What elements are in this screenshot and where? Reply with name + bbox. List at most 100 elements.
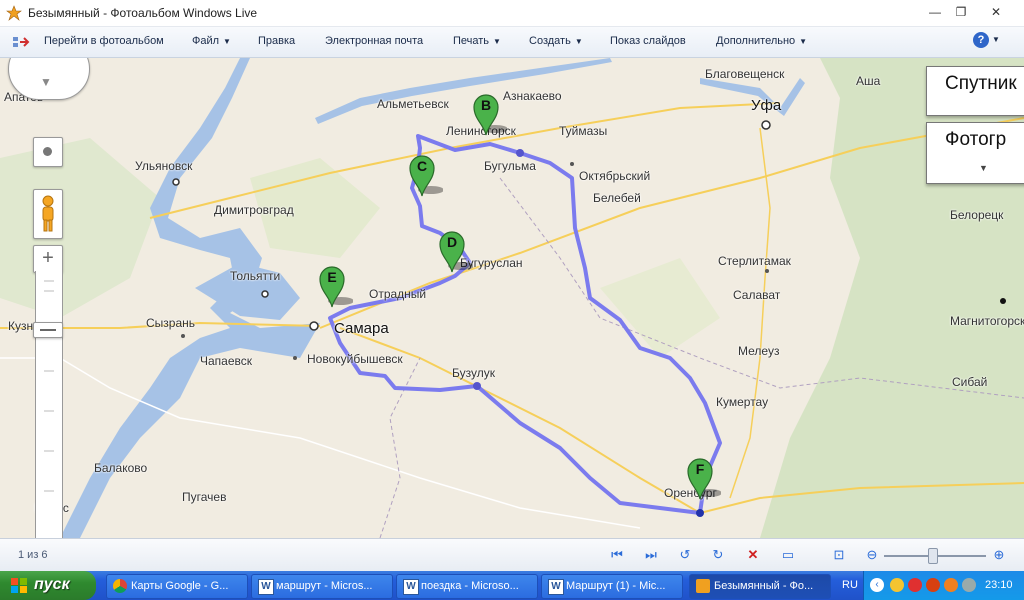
pegman-icon — [42, 195, 54, 232]
taskbar-item-word-1[interactable]: W маршрут - Micros... — [251, 574, 393, 599]
taskbar-item-word-3[interactable]: W Маршрут (1) - Mic... — [541, 574, 683, 599]
city-label: Салават — [733, 288, 781, 302]
zoom-slider-handle[interactable] — [928, 548, 938, 564]
tray-expand-icon[interactable]: ‹ — [870, 578, 884, 592]
city-label: Сызрань — [146, 316, 196, 330]
slider-grip-icon — [40, 329, 56, 331]
zoom-slider-handle[interactable] — [33, 322, 63, 338]
start-label: пуск — [34, 576, 70, 593]
chevron-down-icon: ▼ — [574, 37, 583, 46]
taskbar: пуск Карты Google - G... W маршрут - Mic… — [0, 571, 1024, 600]
zoom-out-icon[interactable]: ⊖ — [864, 547, 880, 563]
word-document-icon: W — [403, 579, 419, 595]
image-counter: 1 из 6 — [18, 549, 48, 561]
maptype-photo-label: Фотогр — [945, 129, 1007, 150]
maptype-photo-button[interactable]: Фотогр ▼ — [926, 122, 1024, 184]
menu-create-label: Создать — [529, 35, 571, 47]
menu-email[interactable]: Электронная почта — [325, 35, 423, 47]
menu-bar: Перейти в фотоальбом Файл ▼ Правка Электр… — [0, 27, 1024, 58]
city-label: Новокуйбышевск — [307, 352, 403, 366]
tray-update-icon[interactable] — [944, 578, 958, 592]
city-label: Октябрьский — [579, 169, 651, 183]
tray-messenger-icon[interactable] — [890, 578, 904, 592]
zoom-slider-track[interactable] — [35, 271, 63, 538]
maptype-satellite-button[interactable]: Спутник — [926, 66, 1024, 116]
zoom-in-button[interactable]: + — [33, 245, 63, 273]
taskbar-item-label: Маршрут (1) - Mic... — [566, 580, 666, 592]
photo-gallery-icon — [696, 579, 710, 593]
route-marker-d[interactable]: D — [437, 228, 473, 274]
city-label: Магнитогорск — [950, 314, 1024, 328]
city-label: Альметьевск — [377, 97, 449, 111]
route-marker-b[interactable]: B — [471, 91, 507, 137]
taskbar-item-word-2[interactable]: W поездка - Microso... — [396, 574, 538, 599]
chevron-down-icon: ▼ — [979, 163, 988, 173]
chevron-down-icon[interactable]: ▼ — [992, 35, 1000, 44]
minimize-button[interactable]: — — [924, 3, 946, 21]
help-button[interactable]: ? — [973, 32, 989, 48]
city-label: Отрадный — [369, 287, 427, 301]
chrome-icon — [113, 579, 127, 593]
street-view-button[interactable] — [33, 189, 63, 239]
city-label: Чапаевск — [200, 354, 253, 368]
menu-create[interactable]: Создать ▼ — [529, 35, 583, 47]
menu-edit[interactable]: Правка — [258, 35, 295, 47]
language-indicator[interactable]: RU — [842, 579, 858, 591]
city-label: Кумертау — [716, 395, 769, 409]
rotate-right-icon[interactable]: ↻ — [710, 547, 726, 563]
goto-gallery-button[interactable]: Перейти в фотоальбом — [44, 35, 164, 47]
back-to-gallery-icon — [13, 37, 30, 47]
menu-print[interactable]: Печать ▼ — [453, 35, 501, 47]
city-label: Ульяновск — [135, 159, 193, 173]
city-label: Самара — [334, 320, 389, 337]
chevron-down-icon: ▼ — [799, 37, 808, 46]
taskbar-item-chrome[interactable]: Карты Google - G... — [106, 574, 248, 599]
route-marker-f[interactable]: F — [685, 455, 721, 501]
city-label: Благовещенск — [705, 67, 785, 81]
city-label: Белебей — [593, 191, 641, 205]
start-button[interactable]: пуск — [0, 571, 96, 600]
city-label: Туймазы — [559, 124, 608, 138]
delete-icon[interactable]: ✕ — [745, 547, 761, 563]
maximize-button[interactable]: ❐ — [950, 3, 972, 21]
maptype-satellite-label: Спутник — [945, 73, 1017, 94]
close-button[interactable]: ✕ — [985, 3, 1007, 21]
menu-more-label: Дополнительно — [716, 35, 796, 47]
city-label: Сибай — [952, 375, 988, 389]
zoom-ticks — [44, 280, 54, 492]
marker-label: D — [446, 234, 458, 250]
previous-icon[interactable]: ⏮ — [609, 547, 625, 563]
word-document-icon: W — [258, 579, 274, 595]
city-label: Тольятти — [230, 269, 281, 283]
slideshow-icon[interactable]: ▭ — [780, 547, 796, 563]
tray-app-icon[interactable] — [926, 578, 940, 592]
word-document-icon: W — [548, 579, 564, 595]
menu-file[interactable]: Файл ▼ — [192, 35, 231, 47]
city-label: Бугульма — [484, 159, 536, 173]
clock[interactable]: 23:10 — [985, 579, 1013, 591]
taskbar-item-photo-gallery[interactable]: Безымянный - Фо... — [689, 574, 831, 599]
chevron-down-icon[interactable]: ▼ — [40, 75, 52, 89]
tray-antivirus-icon[interactable] — [908, 578, 922, 592]
menu-print-label: Печать — [453, 35, 490, 47]
marker-label: F — [695, 461, 705, 477]
recenter-button[interactable] — [33, 137, 63, 167]
city-label: Мелеуз — [738, 344, 780, 358]
menu-more[interactable]: Дополнительно ▼ — [716, 35, 807, 47]
photo-gallery-icon — [6, 5, 22, 21]
next-icon[interactable]: ⏭ — [643, 547, 659, 563]
tray-network-icon[interactable] — [962, 578, 976, 592]
menu-slideshow[interactable]: Показ слайдов — [610, 35, 686, 47]
route-marker-e[interactable]: E — [317, 263, 353, 309]
pan-control[interactable]: ▼ — [8, 58, 90, 100]
route-marker-c[interactable]: C — [407, 152, 443, 198]
zoom-in-icon[interactable]: ⊕ — [991, 547, 1007, 563]
fit-to-window-icon[interactable]: ⊡ — [831, 547, 847, 563]
city-label: Стерлитамак — [718, 254, 791, 268]
center-icon — [43, 147, 52, 156]
taskbar-item-label: Карты Google - G... — [131, 580, 229, 592]
rotate-left-icon[interactable]: ↺ — [677, 547, 693, 563]
chevron-down-icon: ▼ — [493, 37, 501, 46]
city-label: Аша — [856, 74, 881, 88]
marker-label: E — [327, 269, 337, 285]
